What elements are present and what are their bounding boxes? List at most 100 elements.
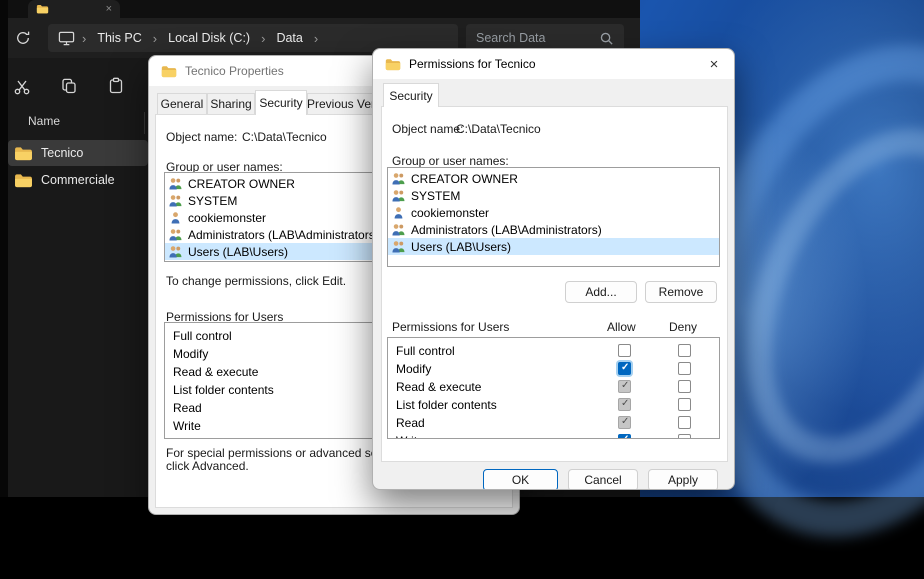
breadcrumb-data[interactable]: Data [272,31,306,45]
group-list-label: Group or user names: [392,154,509,168]
search-input[interactable] [476,31,593,45]
object-name-label: Object name: [392,122,463,136]
advanced-hint-line2: click Advanced. [166,459,249,473]
advanced-hint-line1: For special permissions or advanced sett… [166,446,400,460]
allow-checkbox[interactable] [618,434,631,439]
permissions-dialog-titlebar: Permissions for Tecnico [373,49,734,79]
deny-checkbox[interactable] [678,380,691,393]
permission-label: Read & execute [396,380,481,394]
object-name-value: C:\Data\Tecnico [456,122,541,136]
refresh-icon [15,30,31,46]
group-icon [391,240,406,253]
group-name: Users (LAB\Users) [411,240,511,254]
dialog-title: Tecnico Properties [185,64,284,78]
ok-button[interactable]: OK [483,469,558,490]
group-name: cookiemonster [188,211,266,225]
breadcrumb-local-disk[interactable]: Local Disk (C:) [164,31,254,45]
remove-button[interactable]: Remove [645,281,717,303]
refresh-button[interactable] [10,25,36,51]
deny-checkbox[interactable] [678,398,691,411]
column-divider[interactable] [144,112,145,134]
folder-icon [161,65,177,78]
deny-checkbox[interactable] [678,416,691,429]
group-name: Administrators (LAB\Administrators) [411,223,602,237]
tab-general[interactable]: General [157,93,207,115]
deny-checkbox[interactable] [678,362,691,375]
file-row-commerciale[interactable]: Commerciale [8,167,148,193]
group-icon [391,223,406,236]
folder-icon [385,58,401,71]
column-header-name[interactable]: Name [28,114,60,128]
permission-label: List folder contents [396,398,497,412]
cut-icon [13,78,31,95]
chevron-right-icon[interactable]: › [261,31,265,46]
permission-label: Read & execute [173,365,258,379]
cut-button[interactable] [8,72,36,100]
allow-checkbox[interactable] [618,416,631,429]
copy-button[interactable] [55,72,83,100]
copy-icon [60,77,78,95]
search-icon [599,31,614,46]
permission-row: Read & execute [388,378,719,396]
chevron-right-icon[interactable]: › [314,31,318,46]
explorer-tab[interactable]: × [28,0,120,18]
deny-checkbox[interactable] [678,344,691,357]
permission-label: List folder contents [173,383,274,397]
permission-label: Modify [396,362,431,376]
permission-row: List folder contents [388,396,719,414]
group-name: cookiemonster [411,206,489,220]
cancel-button[interactable]: Cancel [568,469,638,490]
deny-checkbox[interactable] [678,434,691,439]
deny-column-header: Deny [669,320,697,334]
group-icon [391,172,406,185]
paste-button[interactable] [102,72,130,100]
close-button[interactable]: × [699,52,729,76]
file-row-tecnico[interactable]: Tecnico [8,140,148,166]
group-list-item[interactable]: cookiemonster [388,204,719,221]
group-name: SYSTEM [411,189,460,203]
group-icon [168,177,183,190]
permission-label: Full control [396,344,455,358]
permission-row: Modify [388,360,719,378]
group-name: SYSTEM [188,194,237,208]
allow-checkbox[interactable] [618,362,631,375]
folder-icon [14,146,33,161]
allow-column-header: Allow [607,320,636,334]
permission-label: Write [173,419,201,433]
permission-label: Modify [173,347,208,361]
group-list-item[interactable]: Users (LAB\Users) [388,238,719,255]
user-icon [391,206,406,219]
permission-label: Write [396,434,424,439]
permissions-list[interactable]: Full control Modify Read & execute List … [387,337,720,439]
breadcrumb-this-pc[interactable]: This PC [93,31,145,45]
permission-label: Read [396,416,425,430]
group-list[interactable]: CREATOR OWNER SYSTEM cookiemonster Admin… [387,167,720,267]
apply-button[interactable]: Apply [648,469,718,490]
group-list-item[interactable]: CREATOR OWNER [388,170,719,187]
group-list-item[interactable]: Administrators (LAB\Administrators) [388,221,719,238]
permission-label: Full control [173,329,232,343]
permissions-dialog: Permissions for Tecnico × Security Objec… [372,48,735,490]
chevron-right-icon[interactable]: › [82,31,86,46]
folder-icon [36,4,49,14]
group-icon [168,228,183,241]
permissions-list-label: Permissions for Users [392,320,509,334]
tab-sharing[interactable]: Sharing [207,93,255,115]
group-name: CREATOR OWNER [188,177,295,191]
explorer-tab-bar: × [0,0,640,18]
tab-security[interactable]: Security [255,90,307,115]
folder-icon [14,173,33,188]
allow-checkbox[interactable] [618,380,631,393]
add-button[interactable]: Add... [565,281,637,303]
tab-security[interactable]: Security [383,83,439,107]
allow-checkbox[interactable] [618,344,631,357]
security-tab-page: Object name: C:\Data\Tecnico Group or us… [381,106,728,462]
group-icon [168,245,183,258]
permission-row: Read [388,414,719,432]
paste-icon [107,77,125,95]
group-list-item[interactable]: SYSTEM [388,187,719,204]
permission-row: Write [388,432,719,439]
tab-close-icon[interactable]: × [106,4,112,15]
chevron-right-icon[interactable]: › [153,31,157,46]
allow-checkbox[interactable] [618,398,631,411]
